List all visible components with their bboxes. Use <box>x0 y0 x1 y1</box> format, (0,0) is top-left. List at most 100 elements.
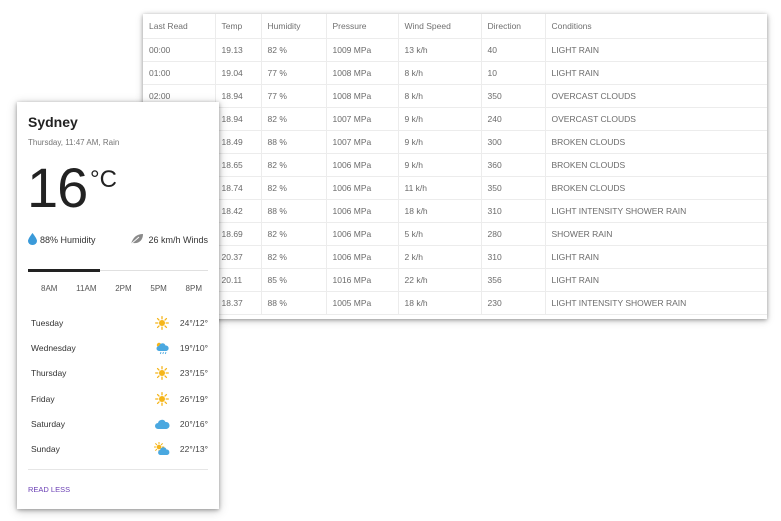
table-cell: BROKEN CLOUDS <box>545 153 767 177</box>
time-label[interactable]: 5PM <box>150 284 166 293</box>
table-cell: 18.74 <box>215 176 262 200</box>
table-cell: 88 % <box>261 199 327 223</box>
table-cell: 280 <box>481 222 546 246</box>
table-cell: 20.37 <box>215 245 262 269</box>
table-cell: 82 % <box>261 153 327 177</box>
forecast-temp-range: 26°/19° <box>179 393 208 404</box>
table-cell: 350 <box>481 176 546 200</box>
table-cell: 1008 MPa <box>326 61 399 85</box>
table-cell: 1008 MPa <box>326 84 399 108</box>
table-cell: 82 % <box>261 222 327 246</box>
table-row: 01:00 19.04 77 % 1008 MPa 8 k/h 10 LIGHT RAIN <box>143 61 767 85</box>
readings-table-card: Last Read Temp Humidity Pressure Wind Speed D… <box>143 14 767 319</box>
table-row: 18.69 82 % 1006 MPa 5 k/h 280 SHOWER RAIN <box>143 222 767 246</box>
column-header: Direction <box>481 14 546 39</box>
forecast-row: Sunday 22°/13° <box>28 436 208 461</box>
wind-label: 26 km/h Winds <box>148 235 208 245</box>
forecast-day: Saturday <box>31 418 66 429</box>
table-cell: BROKEN CLOUDS <box>545 176 767 200</box>
date-condition: Thursday, 11:47 AM, Rain <box>28 138 120 147</box>
table-cell: 360 <box>481 153 546 177</box>
table-cell: 00:00 <box>143 38 216 62</box>
sun-icon <box>154 366 170 381</box>
table-cell: 18 k/h <box>398 291 482 315</box>
table-cell: 1007 MPa <box>326 107 399 131</box>
forecast-temp-range: 20°/16° <box>179 418 208 429</box>
table-cell: 10 <box>481 61 546 85</box>
read-less-link[interactable]: READ LESS <box>28 485 70 494</box>
table-cell: 40 <box>481 38 546 62</box>
forecast-temp-range: 19°/10° <box>179 342 208 353</box>
time-label[interactable]: 8AM <box>41 284 57 293</box>
time-labels: 8AM 11AM 2PM 5PM 8PM <box>28 284 208 293</box>
cloud-icon <box>154 417 170 431</box>
column-header: Humidity <box>261 14 327 39</box>
table-cell: 19.13 <box>215 38 262 62</box>
column-header: Conditions <box>545 14 767 39</box>
sun-icon <box>154 391 170 406</box>
forecast-day: Tuesday <box>31 317 64 328</box>
table-cell: 01:00 <box>143 61 216 85</box>
wind-info: 26 km/h Winds <box>130 233 208 247</box>
weather-card: Sydney Thursday, 11:47 AM, Rain 16 °C 88… <box>17 102 219 509</box>
sun-icon <box>154 315 170 330</box>
table-header-row: Last Read Temp Humidity Pressure Wind Speed D… <box>143 14 767 39</box>
time-label[interactable]: 8PM <box>186 284 202 293</box>
cloud-rain-icon <box>154 341 170 355</box>
table-cell: LIGHT INTENSITY SHOWER RAIN <box>545 291 767 315</box>
time-slider-fill[interactable] <box>28 269 100 272</box>
time-label[interactable]: 2PM <box>115 284 131 293</box>
table-cell: 9 k/h <box>398 107 482 131</box>
table-cell: 19.04 <box>215 61 262 85</box>
water-drop-icon <box>28 233 37 247</box>
table-cell: 9 k/h <box>398 153 482 177</box>
table-cell: 88 % <box>261 291 327 315</box>
leaf-icon <box>130 233 144 247</box>
current-temperature: 16 <box>27 156 88 219</box>
table-row: 20.37 82 % 1006 MPa 2 k/h 310 LIGHT RAIN <box>143 245 767 269</box>
table-cell: 300 <box>481 130 546 154</box>
table-cell: 18.94 <box>215 107 262 131</box>
forecast-row: Wednesday 19°/10° <box>28 335 208 360</box>
table-cell: 1006 MPa <box>326 222 399 246</box>
table-cell: LIGHT RAIN <box>545 245 767 269</box>
table-cell: 1006 MPa <box>326 245 399 269</box>
table-row: 18.37 88 % 1005 MPa 18 k/h 230 LIGHT INTENSIT… <box>143 291 767 315</box>
table-cell: 18.42 <box>215 199 262 223</box>
table-row: 18.65 82 % 1006 MPa 9 k/h 360 BROKEN CLOUDS <box>143 153 767 177</box>
table-cell: 82 % <box>261 38 327 62</box>
column-header: Last Read <box>143 14 216 39</box>
table-cell: 356 <box>481 268 546 292</box>
forecast-row: Tuesday 24°/12° <box>28 310 208 335</box>
time-label[interactable]: 11AM <box>76 284 96 293</box>
table-cell: 18 k/h <box>398 199 482 223</box>
forecast-list: Tuesday 24°/12° Wednesday 19°/10° Thursday 23… <box>28 310 208 462</box>
table-row: 18.42 88 % 1006 MPa 18 k/h 310 LIGHT INTENSIT… <box>143 199 767 223</box>
table-cell: 350 <box>481 84 546 108</box>
forecast-day: Sunday <box>31 444 60 455</box>
forecast-temp-range: 24°/12° <box>179 317 208 328</box>
forecast-row: Friday 26°/19° <box>28 386 208 411</box>
table-row: 18.74 82 % 1006 MPa 11 k/h 350 BROKEN CLOUDS <box>143 176 767 200</box>
table-cell: 1016 MPa <box>326 268 399 292</box>
table-cell: 20.11 <box>215 268 262 292</box>
table-cell: LIGHT RAIN <box>545 38 767 62</box>
forecast-row: Saturday 20°/16° <box>28 411 208 436</box>
table-cell: 8 k/h <box>398 61 482 85</box>
table-cell: 230 <box>481 291 546 315</box>
table-cell: 77 % <box>261 61 327 85</box>
humidity-info: 88% Humidity <box>28 233 96 247</box>
table-cell: 1006 MPa <box>326 199 399 223</box>
table-cell: 18.49 <box>215 130 262 154</box>
table-cell: 18.65 <box>215 153 262 177</box>
readings-table: Last Read Temp Humidity Pressure Wind Speed D… <box>143 14 767 315</box>
table-cell: LIGHT INTENSITY SHOWER RAIN <box>545 199 767 223</box>
table-cell: SHOWER RAIN <box>545 222 767 246</box>
table-cell: 18.94 <box>215 84 262 108</box>
table-cell: 2 k/h <box>398 245 482 269</box>
table-cell: 18.69 <box>215 222 262 246</box>
table-cell: 18.37 <box>215 291 262 315</box>
table-cell: LIGHT RAIN <box>545 268 767 292</box>
table-cell: OVERCAST CLOUDS <box>545 107 767 131</box>
table-cell: 85 % <box>261 268 327 292</box>
